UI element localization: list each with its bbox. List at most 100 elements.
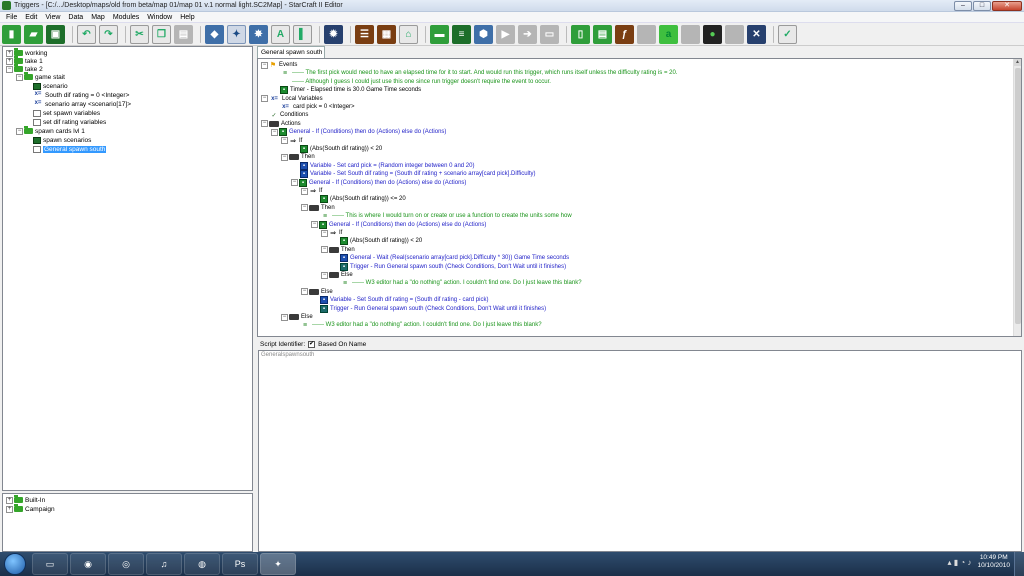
- expand-icon[interactable]: +: [6, 505, 13, 513]
- collapse-icon[interactable]: −: [311, 221, 318, 229]
- trigger-line[interactable]: − Then: [281, 153, 315, 161]
- trigger-line[interactable]: ≡ ------ This is where I would turn on or…: [311, 212, 572, 220]
- chrome-task-icon[interactable]: ◍: [184, 553, 220, 575]
- new-trigger-icon[interactable]: ≡: [452, 24, 471, 44]
- show-desktop-button[interactable]: [1014, 552, 1024, 576]
- save-icon[interactable]: ▣: [46, 24, 65, 44]
- triggers-icon[interactable]: ✦: [227, 24, 246, 44]
- collapse-icon[interactable]: −: [6, 65, 13, 73]
- script-identifier-field[interactable]: Generalspawnsouth: [258, 350, 1022, 552]
- trigger-line[interactable]: − Else: [321, 271, 353, 279]
- menu-data[interactable]: Data: [64, 14, 87, 21]
- trigger-line[interactable]: ▪ Variable - Set card pick = (Random inte…: [291, 161, 474, 170]
- tree-item-scenario[interactable]: scenario: [33, 82, 68, 90]
- disabled-icon[interactable]: [637, 24, 656, 44]
- vertical-scrollbar[interactable]: ▲: [1013, 59, 1021, 336]
- text-icon[interactable]: A: [271, 24, 290, 44]
- trigger-line[interactable]: − Else: [301, 288, 333, 296]
- new-comment-icon[interactable]: ▯: [571, 24, 590, 44]
- collapse-icon[interactable]: −: [281, 313, 288, 321]
- custom-script-icon[interactable]: ✕: [747, 24, 766, 44]
- trigger-line[interactable]: ▪ General - Wait (Real(scenario array[car…: [331, 254, 569, 263]
- start-button[interactable]: [4, 553, 26, 575]
- trigger-line[interactable]: ✓ Conditions: [261, 111, 308, 119]
- new-function-icon[interactable]: ƒ: [615, 24, 634, 44]
- firefox-task-icon[interactable]: ◉: [70, 553, 106, 575]
- menu-edit[interactable]: Edit: [21, 14, 41, 21]
- layout-icon[interactable]: ☰: [355, 24, 374, 44]
- collapse-icon[interactable]: −: [291, 179, 298, 187]
- cut-icon[interactable]: ✂: [130, 24, 149, 44]
- disabled-icon-2[interactable]: [681, 24, 700, 44]
- paste-icon[interactable]: ▤: [174, 24, 193, 44]
- new-condition-icon[interactable]: ▶: [496, 24, 515, 44]
- itunes-task-icon[interactable]: ♫: [146, 553, 182, 575]
- trigger-line[interactable]: − ⇒ If: [301, 187, 322, 195]
- trigger-line[interactable]: − Then: [321, 246, 355, 254]
- new-doc-icon[interactable]: ▤: [593, 24, 612, 44]
- collapse-icon[interactable]: −: [321, 246, 328, 254]
- new-event-icon[interactable]: ⬢: [474, 24, 493, 44]
- trigger-line[interactable]: ▪ Variable - Set South dif rating = (Sout…: [311, 296, 488, 305]
- trigger-line[interactable]: − ⇒ If: [321, 229, 342, 237]
- expand-icon[interactable]: +: [6, 496, 13, 504]
- collapse-icon[interactable]: −: [301, 288, 308, 296]
- terrain-icon[interactable]: ◆: [205, 24, 224, 44]
- collapse-icon[interactable]: −: [321, 271, 328, 279]
- expand-icon[interactable]: +: [6, 49, 13, 57]
- tray-icons[interactable]: ▴ ▮ ◔ ♪: [948, 558, 972, 567]
- collapse-icon[interactable]: −: [301, 204, 308, 212]
- trigger-line[interactable]: ▪ Variable - Set South dif rating = (Sout…: [291, 170, 536, 179]
- collapse-icon[interactable]: −: [261, 120, 268, 128]
- tree-item-general-spawn-south[interactable]: General spawn south: [33, 145, 107, 153]
- explorer-task-icon[interactable]: ▭: [32, 553, 68, 575]
- tree-item-campaign[interactable]: + Campaign: [6, 504, 55, 513]
- redo-icon[interactable]: ↷: [99, 24, 118, 44]
- trigger-line[interactable]: − Actions: [261, 120, 301, 128]
- trigger-line[interactable]: − ⚑ Events: [261, 61, 297, 69]
- tree-item-game-stait[interactable]: − game stait: [16, 72, 65, 81]
- new-action-def-icon[interactable]: a: [659, 24, 678, 44]
- minimize-button[interactable]: –: [954, 1, 972, 11]
- import-icon[interactable]: ▌: [293, 24, 312, 44]
- export-icon[interactable]: ⌂: [399, 24, 418, 44]
- collapse-icon[interactable]: −: [16, 73, 23, 81]
- expand-icon[interactable]: +: [6, 57, 13, 65]
- maximize-button[interactable]: □: [973, 1, 991, 11]
- trigger-line[interactable]: − ▪ General - If (Conditions) then do (Act…: [271, 128, 446, 137]
- tab-trigger[interactable]: General spawn south: [257, 46, 325, 58]
- tree-item-south-dif-rating[interactable]: x= South dif rating = 0 <Integer>: [33, 91, 130, 99]
- new-record-icon[interactable]: ●: [703, 24, 722, 44]
- collapse-icon[interactable]: −: [261, 95, 268, 103]
- close-button[interactable]: ✕: [992, 1, 1022, 11]
- undo-icon[interactable]: ↶: [77, 24, 96, 44]
- collapse-icon[interactable]: −: [321, 229, 328, 237]
- tree-item-working[interactable]: + working: [6, 48, 47, 57]
- new-variable-icon[interactable]: ▭: [540, 24, 559, 44]
- disabled-icon-3[interactable]: [725, 24, 744, 44]
- trigger-line[interactable]: − ▪ General - If (Conditions) then do (Act…: [311, 220, 486, 229]
- trigger-line[interactable]: − ⇒ If: [281, 137, 302, 145]
- copy-icon[interactable]: ❐: [152, 24, 171, 44]
- collapse-icon[interactable]: −: [301, 187, 308, 195]
- trigger-line[interactable]: ▪ (Abs(South dif rating)) <= 20: [311, 195, 406, 204]
- scroll-up-icon[interactable]: ▲: [1014, 59, 1021, 66]
- trigger-line[interactable]: ▪ Timer - Elapsed time is 30.0 Game Time …: [271, 86, 421, 95]
- trigger-line[interactable]: − x= Local Variables: [261, 95, 323, 103]
- new-action-icon[interactable]: ➔: [518, 24, 537, 44]
- trigger-line[interactable]: − ▪ General - If (Conditions) then do (Act…: [291, 178, 466, 187]
- based-on-name-checkbox[interactable]: ✔: [308, 341, 316, 348]
- trigger-line[interactable]: ≡ ------ W3 editor had a "do nothing" act…: [331, 279, 582, 287]
- ai-icon[interactable]: ✹: [324, 24, 343, 44]
- new-icon[interactable]: ▮: [2, 24, 21, 44]
- trigger-line[interactable]: ▪ Trigger - Run General spawn south (Chec…: [331, 262, 566, 271]
- collapse-icon[interactable]: −: [281, 153, 288, 161]
- trigger-line[interactable]: − Then: [301, 204, 335, 212]
- tree-item-set-dif-rating-variables[interactable]: set dif rating variables: [33, 118, 106, 126]
- cutscene-icon[interactable]: ▦: [377, 24, 396, 44]
- collapse-icon[interactable]: −: [261, 61, 268, 69]
- collapse-icon[interactable]: −: [271, 128, 278, 136]
- starcraft-editor-task-icon[interactable]: ✦: [260, 553, 296, 575]
- new-folder-icon[interactable]: ▬: [430, 24, 449, 44]
- menu-modules[interactable]: Modules: [109, 14, 143, 21]
